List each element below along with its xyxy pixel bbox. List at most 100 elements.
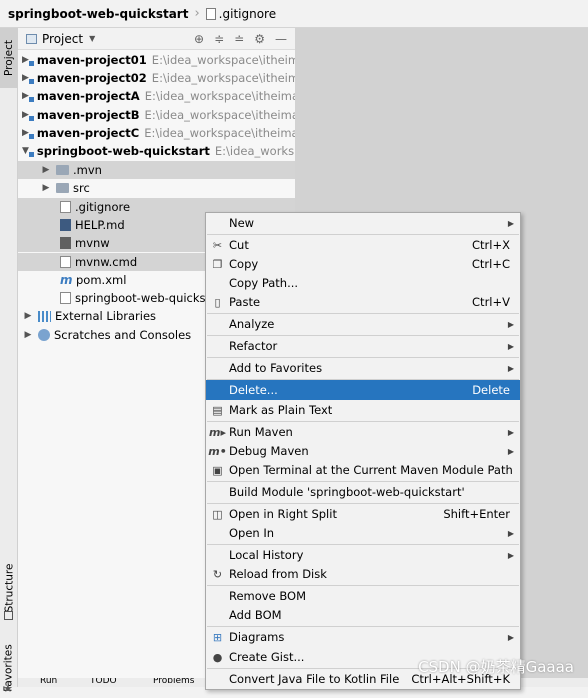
menu-item-diagrams[interactable]: ⊞ Diagrams ▶: [206, 627, 520, 647]
tool-tab-structure-label: Structure: [3, 563, 16, 613]
chevron-right-icon[interactable]: ▶: [22, 311, 34, 321]
menu-item-copy-path[interactable]: Copy Path...: [206, 273, 520, 293]
menu-item-copy[interactable]: ❐ Copy Ctrl+C: [206, 254, 520, 274]
tree-item-module[interactable]: ▶ maven-projectA E:\idea_workspace\ithei…: [18, 87, 295, 105]
chevron-down-icon[interactable]: ▼: [89, 34, 95, 43]
tree-item-folder[interactable]: ▶ .mvn: [18, 161, 295, 179]
left-tool-stripe: Project Structure Favorites ★: [0, 28, 18, 695]
menu-item-local-history[interactable]: Local History ▶: [206, 545, 520, 565]
tool-tab-structure[interactable]: Structure: [0, 558, 18, 618]
module-name: maven-projectB: [36, 108, 140, 122]
project-view-selector[interactable]: Project: [42, 32, 83, 46]
maven-icon: m: [60, 273, 73, 287]
menu-label: Add BOM: [229, 608, 282, 622]
star-icon: ★: [3, 682, 13, 695]
menu-item-refactor[interactable]: Refactor ▶: [206, 336, 520, 356]
menu-label: Open In: [229, 526, 275, 540]
tree-item-module[interactable]: ▶ maven-project02 E:\idea_workspace\ithe…: [18, 69, 295, 87]
breadcrumb-project[interactable]: springboot-web-quickstart: [8, 7, 188, 21]
shortcut: Ctrl+V: [472, 295, 510, 309]
chevron-right-icon[interactable]: ▶: [22, 73, 29, 83]
submenu-arrow-icon: ▶: [507, 550, 514, 560]
tool-tab-todo[interactable]: TODO: [90, 678, 117, 686]
file-icon: [60, 201, 71, 213]
menu-item-analyze[interactable]: Analyze ▶: [206, 314, 520, 334]
module-path: E:\idea_workspace\itheima: [144, 108, 295, 122]
menu-item-reload-from-disk[interactable]: ↻ Reload from Disk: [206, 564, 520, 584]
submenu-arrow-icon: ▶: [507, 363, 514, 373]
navigation-bar: springboot-web-quickstart › .gitignore: [0, 0, 588, 28]
submenu-arrow-icon: ▶: [507, 427, 514, 437]
structure-icon: [4, 611, 13, 620]
module-name: maven-project01: [36, 53, 147, 67]
menu-item-build-module[interactable]: Build Module 'springboot-web-quickstart': [206, 482, 520, 502]
module-name: maven-projectC: [36, 126, 140, 140]
breadcrumb-separator: ›: [194, 6, 200, 21]
menu-label: Build Module 'springboot-web-quickstart': [229, 485, 465, 499]
menu-label: Convert Java File to Kotlin File: [229, 672, 400, 686]
breadcrumb-file[interactable]: .gitignore: [219, 7, 276, 21]
menu-item-debug-maven[interactable]: m• Debug Maven ▶: [206, 441, 520, 461]
watermark: CSDN @奶茶精Gaaaa: [418, 658, 574, 676]
chevron-right-icon[interactable]: ▶: [22, 91, 29, 101]
maven-debug-icon: m•: [208, 444, 227, 458]
module-name: maven-project02: [36, 71, 147, 85]
shell-script-icon: [60, 237, 71, 249]
menu-item-remove-bom[interactable]: Remove BOM: [206, 586, 520, 606]
module-path: E:\idea_workspace\itheima: [144, 126, 295, 140]
chevron-right-icon[interactable]: ▶: [22, 330, 34, 340]
file-name: pom.xml: [76, 273, 127, 287]
shortcut: Shift+Enter: [443, 507, 510, 521]
menu-item-new[interactable]: New ▶: [206, 213, 520, 233]
project-view-icon: [26, 33, 37, 44]
menu-label: Reload from Disk: [229, 567, 327, 581]
tool-tab-problems[interactable]: Problems: [153, 678, 194, 686]
gear-icon[interactable]: ⚙: [254, 32, 265, 46]
submenu-arrow-icon: ▶: [507, 632, 514, 642]
plain-text-icon: ▤: [212, 403, 223, 417]
locate-icon[interactable]: ⊕: [194, 32, 204, 46]
menu-item-run-maven[interactable]: m▸ Run Maven ▶: [206, 422, 520, 442]
submenu-arrow-icon: ▶: [507, 319, 514, 329]
chevron-right-icon[interactable]: ▶: [40, 165, 52, 175]
submenu-arrow-icon: ▶: [507, 528, 514, 538]
file-name: mvnw.cmd: [75, 255, 138, 269]
menu-item-cut[interactable]: ✂ Cut Ctrl+X: [206, 235, 520, 255]
scratches-icon: [38, 329, 50, 341]
submenu-arrow-icon: ▶: [507, 218, 514, 228]
menu-item-mark-plain-text[interactable]: ▤ Mark as Plain Text: [206, 400, 520, 420]
module-path: E:\idea_workspace\itheim: [151, 53, 295, 67]
file-name: springboot-web-quickstart: [75, 291, 227, 305]
menu-item-delete[interactable]: Delete... Delete: [206, 380, 520, 400]
iml-file-icon: [60, 292, 71, 304]
expand-all-icon[interactable]: ≑: [214, 32, 224, 46]
tool-tab-project[interactable]: Project: [0, 28, 18, 88]
chevron-right-icon[interactable]: ▶: [40, 183, 52, 193]
tree-item-module[interactable]: ▼ springboot-web-quickstart E:\idea_work…: [18, 142, 295, 160]
tree-item-module[interactable]: ▶ maven-projectC E:\idea_workspace\ithei…: [18, 124, 295, 142]
menu-item-add-bom[interactable]: Add BOM: [206, 605, 520, 625]
menu-label: Cut: [229, 238, 249, 252]
maven-run-icon: m▸: [209, 425, 226, 439]
tool-tab-run[interactable]: Run: [40, 678, 57, 686]
tree-item-module[interactable]: ▶ maven-project01 E:\idea_workspace\ithe…: [18, 51, 295, 69]
menu-label: Remove BOM: [229, 589, 306, 603]
menu-label: Run Maven: [229, 425, 293, 439]
tree-item-folder[interactable]: ▶ src: [18, 179, 295, 197]
menu-label: Add to Favorites: [229, 361, 323, 375]
chevron-right-icon[interactable]: ▶: [22, 128, 29, 138]
menu-item-open-right-split[interactable]: ◫ Open in Right Split Shift+Enter: [206, 504, 520, 524]
menu-item-open-in[interactable]: Open In ▶: [206, 523, 520, 543]
module-path: E:\idea_workspa: [214, 144, 295, 158]
menu-item-open-terminal[interactable]: ▣ Open Terminal at the Current Maven Modu…: [206, 460, 520, 480]
chevron-right-icon[interactable]: ▶: [22, 55, 29, 65]
minimize-icon[interactable]: —: [275, 32, 287, 46]
menu-item-add-to-favorites[interactable]: Add to Favorites ▶: [206, 358, 520, 378]
file-name: mvnw: [75, 236, 110, 250]
chevron-right-icon[interactable]: ▶: [22, 110, 29, 120]
github-icon: ●: [212, 650, 223, 664]
chevron-down-icon[interactable]: ▼: [22, 146, 29, 156]
collapse-all-icon[interactable]: ≐: [234, 32, 244, 46]
tree-item-module[interactable]: ▶ maven-projectB E:\idea_workspace\ithei…: [18, 106, 295, 124]
menu-item-paste[interactable]: ▯ Paste Ctrl+V: [206, 292, 520, 312]
